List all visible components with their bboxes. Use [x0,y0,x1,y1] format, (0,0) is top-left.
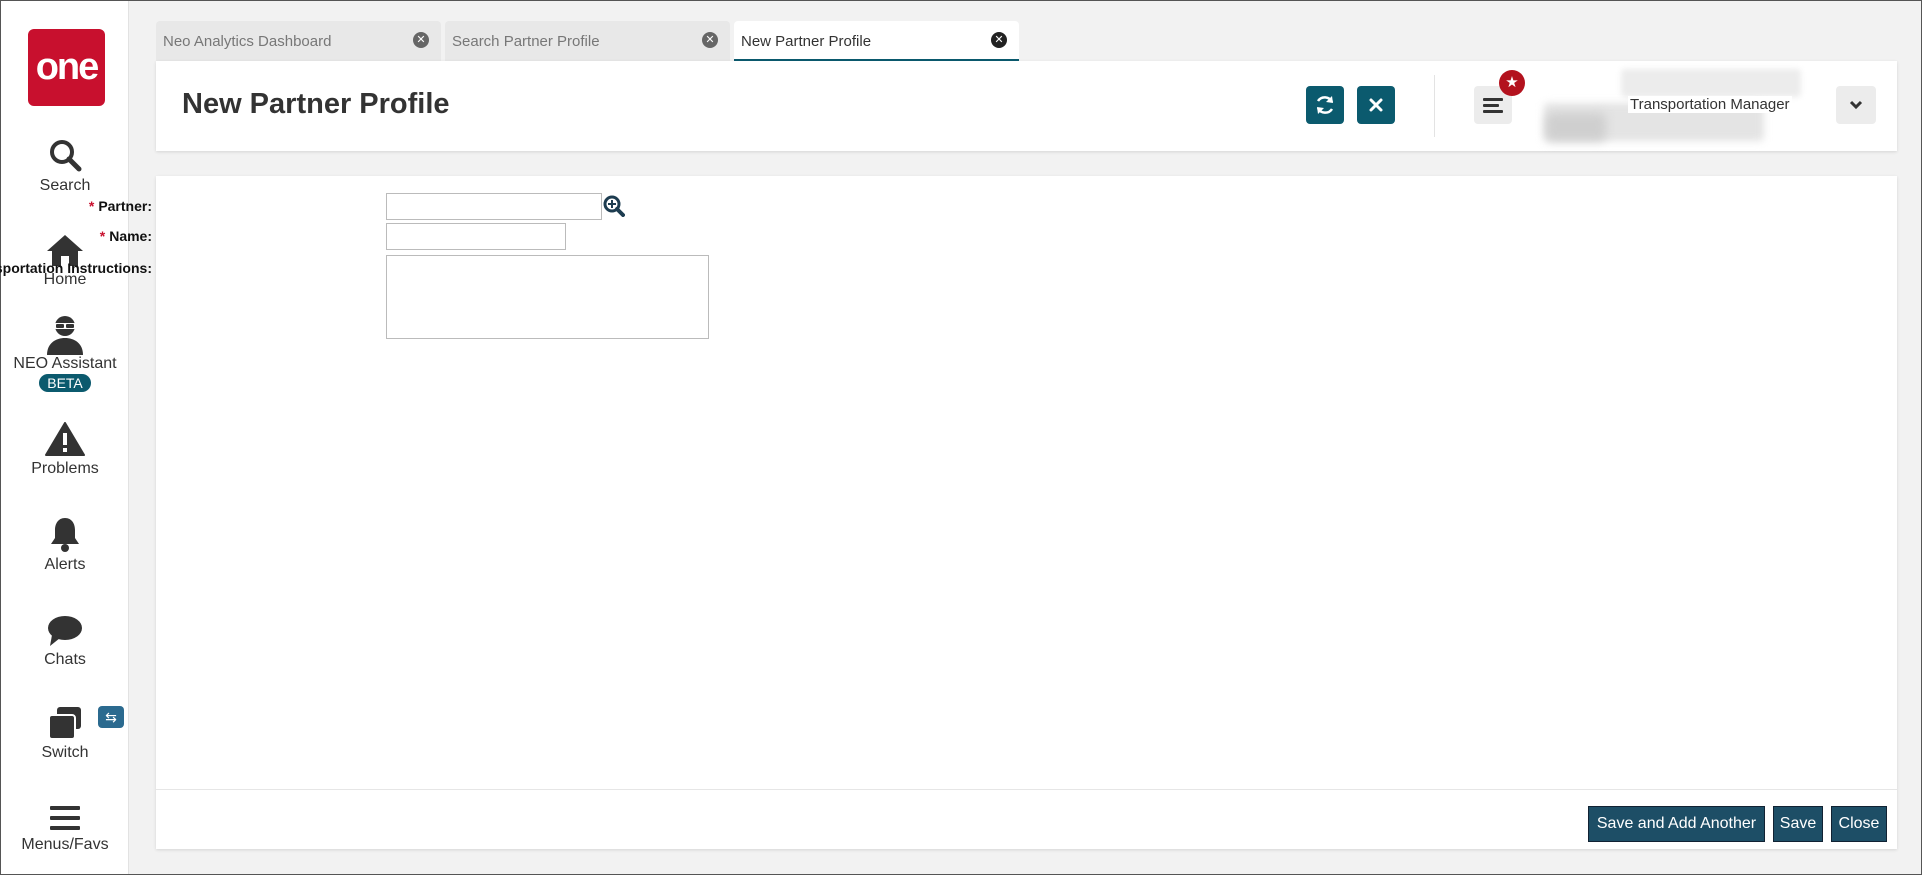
sidebar-item-label: Switch [41,744,89,761]
close-icon[interactable]: ✕ [413,32,429,48]
required-marker: * [88,198,95,214]
search-icon [50,140,82,172]
user-menu-button[interactable] [1836,86,1876,124]
lookup-zoom-icon[interactable] [603,195,625,217]
tab-search-partner-profile[interactable]: Search Partner Profile ✕ [445,21,730,61]
user-name-redacted [1621,69,1801,97]
close-page-button[interactable] [1357,86,1395,124]
sidebar-item-alerts[interactable]: Alerts [1,516,129,574]
transportation-instructions-label: Transportation Instructions: [0,260,152,276]
sidebar-item-switch[interactable]: Switch ⇆ [1,706,129,762]
sidebar-item-chats[interactable]: Chats [1,615,129,669]
page-title: New Partner Profile [182,88,450,120]
swap-icon[interactable]: ⇆ [98,706,124,728]
page-header: New Partner Profile ★ Transportation Man… [156,61,1897,151]
sidebar-item-search[interactable]: Search [1,137,129,195]
refresh-button[interactable] [1306,86,1344,124]
tab-label: Search Partner Profile [452,33,600,50]
save-and-add-another-button[interactable]: Save and Add Another [1588,806,1765,842]
refresh-icon [1316,96,1334,114]
name-label: * Name: [99,228,152,244]
menu-lines-icon [1483,98,1503,113]
sidebar-item-label: Problems [31,460,99,477]
sidebar-item-label: Alerts [44,556,86,573]
tab-label: New Partner Profile [741,33,872,50]
one-logo[interactable]: one [28,29,105,106]
form-panel: *Partner: *Name: Transportation Instruct… [0,176,1897,849]
beta-badge: BETA [39,374,91,392]
favorite-star-icon[interactable]: ★ [1499,70,1525,96]
sidebar-item-problems[interactable]: Problems [1,422,129,478]
sidebar-item-label: Chats [44,651,86,668]
tab-neo-analytics-dashboard[interactable]: Neo Analytics Dashboard ✕ [156,21,441,61]
sidebar-item-label: Menus/Favs [21,836,109,853]
user-role: Transportation Manager [1628,96,1792,113]
assistant-icon [47,316,83,355]
switch-icon [48,707,81,740]
bell-icon [51,518,79,552]
close-icon[interactable]: ✕ [991,32,1007,48]
chat-icon [48,616,82,646]
partner-label: * Partner: [88,198,152,214]
tab-new-partner-profile[interactable]: New Partner Profile ✕ [734,21,1019,61]
sidebar-item-label: Search [39,177,91,194]
hamburger-icon [50,806,80,830]
chevron-down-icon [1849,100,1863,110]
close-icon[interactable]: ✕ [702,32,718,48]
tab-bar: Neo Analytics Dashboard ✕ Search Partner… [156,21,1023,61]
sidebar: one Search Home NEO Assistant BETA Probl… [1,1,129,874]
required-marker: * [99,228,106,244]
sidebar-item-menus-favs[interactable]: Menus/Favs [1,804,129,854]
transportation-instructions-field[interactable] [386,255,709,339]
save-button[interactable]: Save [1773,806,1823,842]
partner-field[interactable] [386,193,602,220]
sidebar-item-neo-assistant[interactable]: NEO Assistant BETA [1,313,129,393]
avatar [1546,113,1606,141]
header-divider [1434,75,1435,137]
close-button[interactable]: Close [1831,806,1887,842]
footer-divider [156,789,1897,790]
sidebar-item-label: NEO Assistant [13,355,117,372]
warning-icon [45,422,85,456]
tab-label: Neo Analytics Dashboard [163,33,332,50]
name-field[interactable] [386,223,566,250]
close-icon [1369,98,1383,112]
